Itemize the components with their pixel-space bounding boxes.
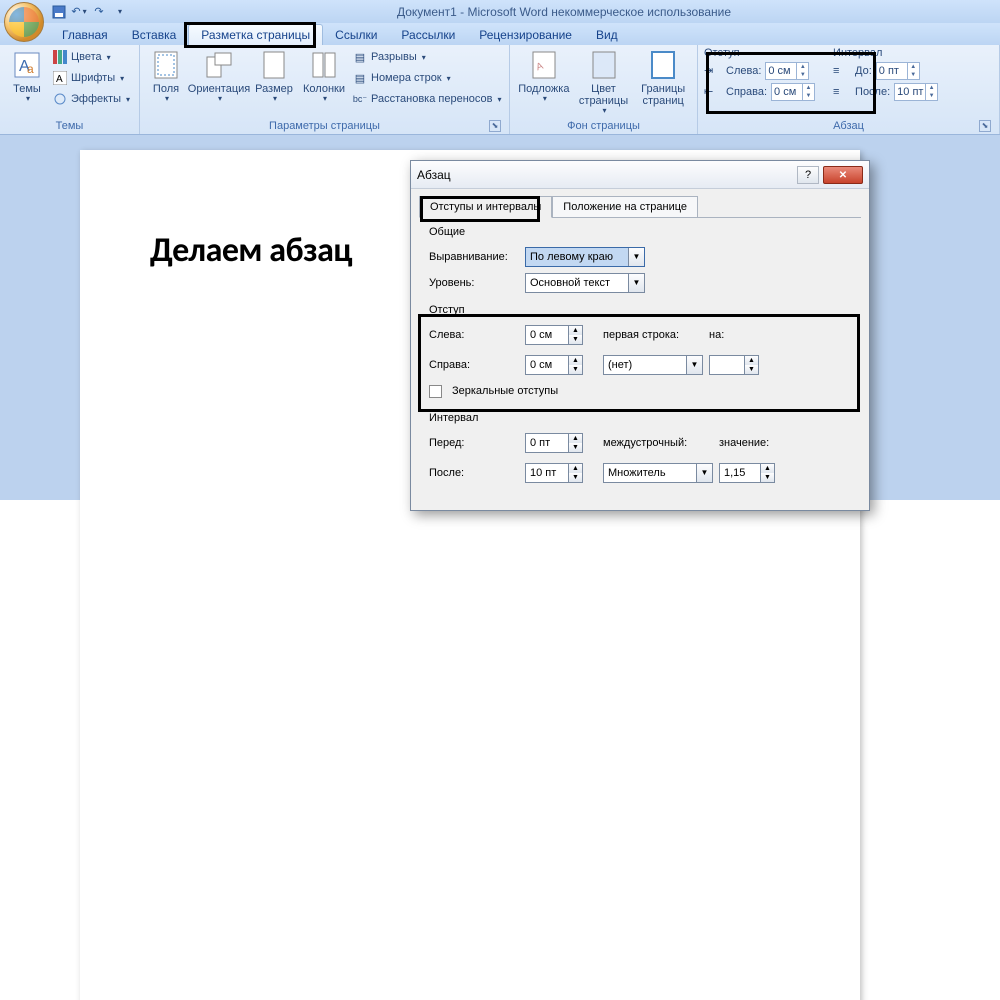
- group-label-paragraph: Абзац: [833, 120, 864, 132]
- tab-page-layout[interactable]: Разметка страницы: [188, 24, 323, 45]
- line-spacing-select[interactable]: Множитель▼: [603, 463, 713, 483]
- dlg-right-input[interactable]: 0 см▲▼: [525, 355, 583, 375]
- line-spacing-at-input[interactable]: 1,15▲▼: [719, 463, 775, 483]
- theme-colors-button[interactable]: Цвета▾: [52, 47, 130, 67]
- save-icon[interactable]: [50, 3, 68, 21]
- undo-icon[interactable]: ↶▾: [70, 3, 88, 21]
- dlg-right-label: Справа:: [429, 359, 519, 371]
- dialog-close-button[interactable]: [823, 166, 863, 184]
- dlg-after-input[interactable]: 10 пт▲▼: [525, 463, 583, 483]
- page-borders-button[interactable]: Границы страниц: [635, 47, 691, 107]
- tab-review[interactable]: Рецензирование: [467, 25, 584, 45]
- alignment-select[interactable]: По левому краю▼: [525, 247, 645, 267]
- indent-left-icon: ⇥: [704, 64, 722, 77]
- window-title: Документ1 - Microsoft Word некоммерческо…: [128, 5, 1000, 19]
- watermark-button[interactable]: AПодложка▾: [516, 47, 572, 104]
- tab-mailings[interactable]: Рассылки: [389, 25, 467, 45]
- tab-home[interactable]: Главная: [50, 25, 120, 45]
- group-label-page-bg: Фон страницы: [516, 119, 691, 134]
- level-select[interactable]: Основной текст▼: [525, 273, 645, 293]
- quick-access-toolbar: ↶▾ ↷ ▾: [50, 3, 128, 21]
- indent-left-input[interactable]: 0 см▲▼: [765, 62, 809, 80]
- margins-button[interactable]: Поля▾: [146, 47, 186, 104]
- breaks-button[interactable]: ▤Разрывы▾: [352, 47, 502, 67]
- page-color-button[interactable]: Цвет страницы▾: [576, 47, 632, 116]
- indent-right-input[interactable]: 0 см▲▼: [771, 83, 815, 101]
- svg-text:a: a: [27, 62, 34, 76]
- dlg-after-label: После:: [429, 467, 519, 479]
- paragraph-dialog: Абзац ? Отступы и интервалы Положение на…: [410, 160, 870, 511]
- spacing-before-icon: ≡: [833, 65, 851, 77]
- indent-title: Отступ: [704, 47, 815, 59]
- ribbon-tabs: Главная Вставка Разметка страницы Ссылки…: [0, 23, 1000, 45]
- colors-icon: [52, 49, 68, 65]
- line-numbers-icon: ▤: [352, 70, 368, 86]
- theme-fonts-button[interactable]: AШрифты▾: [52, 68, 130, 88]
- tab-references[interactable]: Ссылки: [323, 25, 389, 45]
- by-label: на:: [709, 329, 749, 341]
- alignment-label: Выравнивание:: [429, 251, 519, 263]
- redo-icon[interactable]: ↷: [90, 3, 108, 21]
- page-borders-icon: [647, 49, 679, 81]
- columns-button[interactable]: Колонки▾: [300, 47, 348, 104]
- qat-customize-icon[interactable]: ▾: [110, 3, 128, 21]
- dlg-before-input[interactable]: 0 пт▲▼: [525, 433, 583, 453]
- size-icon: [258, 49, 290, 81]
- tab-view[interactable]: Вид: [584, 25, 630, 45]
- size-button[interactable]: Размер▾: [252, 47, 296, 104]
- page-setup-launcher[interactable]: ⬊: [489, 120, 501, 132]
- theme-effects-button[interactable]: Эффекты▾: [52, 89, 130, 109]
- hyphenation-icon: bc⁻: [352, 91, 368, 107]
- office-button[interactable]: [4, 2, 44, 42]
- tab-insert[interactable]: Вставка: [120, 25, 189, 45]
- fonts-icon: A: [52, 70, 68, 86]
- mirror-checkbox[interactable]: [429, 385, 442, 398]
- at-label: значение:: [719, 437, 779, 449]
- first-line-by-input[interactable]: ▲▼: [709, 355, 759, 375]
- indent-section-label: Отступ: [429, 304, 851, 316]
- spacing-after-icon: ≡: [833, 86, 851, 98]
- orientation-icon: [203, 49, 235, 81]
- spacing-before-input[interactable]: 0 пт▲▼: [876, 62, 920, 80]
- dlg-left-input[interactable]: 0 см▲▼: [525, 325, 583, 345]
- spacing-after-input[interactable]: 10 пт▲▼: [894, 83, 938, 101]
- dlg-before-label: Перед:: [429, 437, 519, 449]
- page-color-icon: [588, 49, 620, 81]
- dialog-tab-indents[interactable]: Отступы и интервалы: [419, 196, 552, 218]
- first-line-label: первая строка:: [603, 329, 703, 341]
- watermark-icon: A: [528, 49, 560, 81]
- effects-icon: [52, 91, 68, 107]
- line-spacing-label: междустрочный:: [603, 437, 713, 449]
- ribbon: Aa Темы▾ Цвета▾ AШрифты▾ Эффекты▾ Темы П…: [0, 45, 1000, 135]
- columns-icon: [308, 49, 340, 81]
- dialog-help-button[interactable]: ?: [797, 166, 819, 184]
- hyphenation-button[interactable]: bc⁻Расстановка переносов▾: [352, 89, 502, 109]
- themes-icon: Aa: [11, 49, 43, 81]
- paragraph-launcher[interactable]: ⬊: [979, 120, 991, 132]
- dlg-left-label: Слева:: [429, 329, 519, 341]
- line-numbers-button[interactable]: ▤Номера строк▾: [352, 68, 502, 88]
- margins-icon: [150, 49, 182, 81]
- group-label-page-setup: Параметры страницы: [269, 120, 380, 132]
- indent-right-icon: ⇤: [704, 85, 722, 98]
- level-label: Уровень:: [429, 277, 519, 289]
- dialog-tab-position[interactable]: Положение на странице: [552, 196, 698, 218]
- spacing-section-label: Интервал: [429, 412, 851, 424]
- general-section-label: Общие: [429, 226, 851, 238]
- svg-text:A: A: [56, 74, 63, 85]
- themes-button[interactable]: Aa Темы▾: [6, 47, 48, 104]
- first-line-select[interactable]: (нет)▼: [603, 355, 703, 375]
- spacing-title: Интервал: [833, 47, 938, 59]
- dialog-title: Абзац: [417, 168, 797, 182]
- orientation-button[interactable]: Ориентация▾: [190, 47, 248, 104]
- mirror-label: Зеркальные отступы: [452, 385, 558, 397]
- breaks-icon: ▤: [352, 49, 368, 65]
- group-label-themes: Темы: [6, 119, 133, 134]
